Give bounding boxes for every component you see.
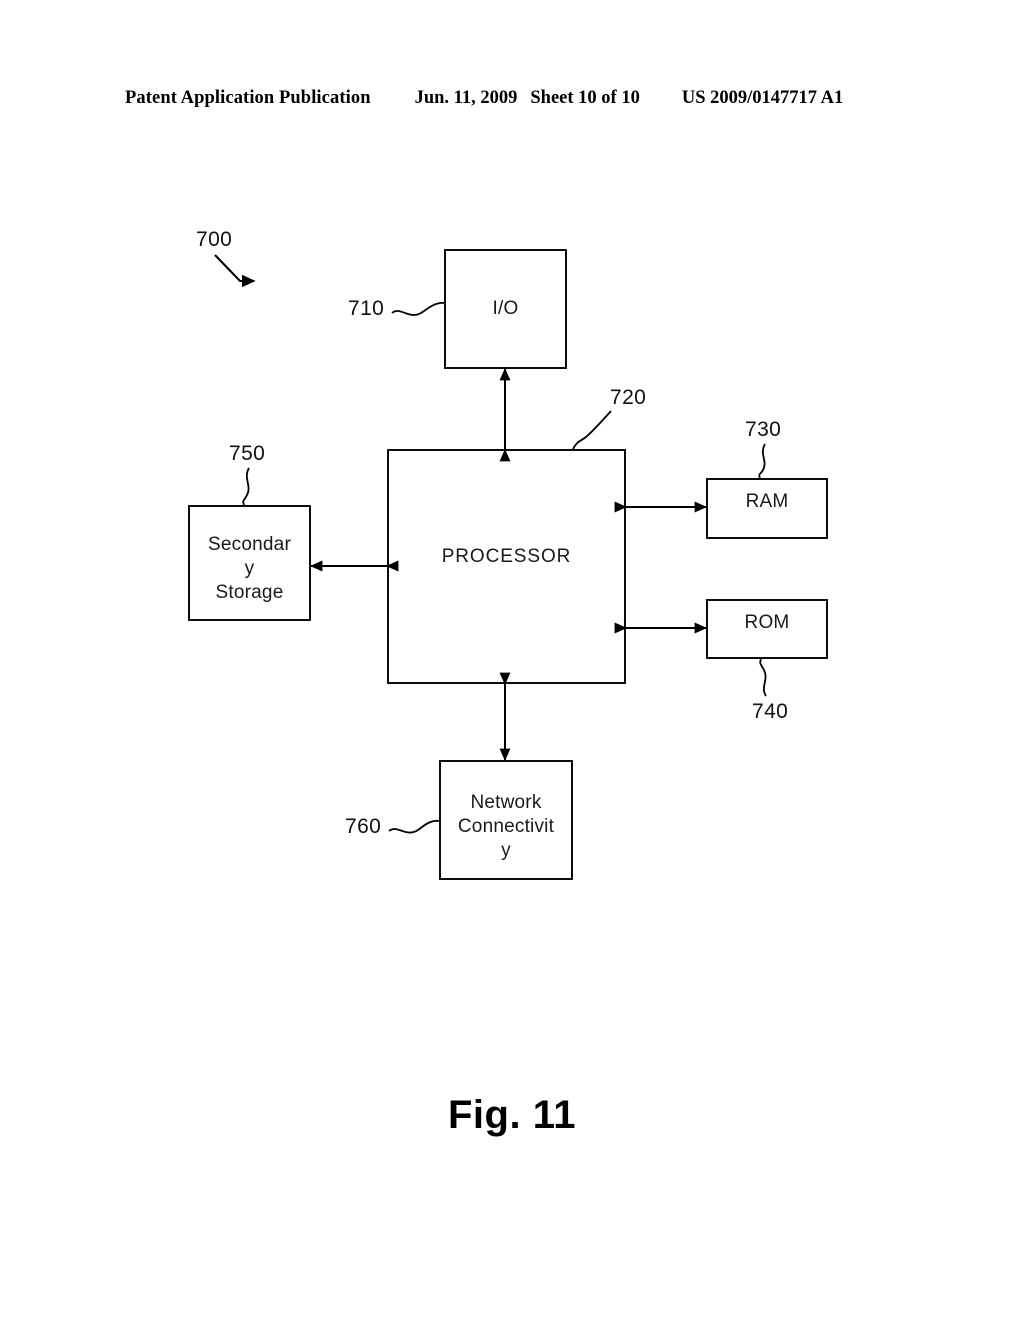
reference-numeral-720: 720 <box>610 386 647 409</box>
leader-720 <box>572 410 612 450</box>
reference-numeral-750: 750 <box>229 442 266 465</box>
leader-730 <box>758 443 766 479</box>
block-label-network-connectivity: Network Connectivit y <box>457 792 555 861</box>
leader-740 <box>759 658 767 697</box>
block-label-secondary-storage: Secondar y Storage <box>208 534 291 603</box>
leader-750 <box>242 467 250 506</box>
block-label-ram: RAM <box>745 491 789 512</box>
reference-numeral-730: 730 <box>745 418 782 441</box>
block-label-processor: PROCESSOR <box>441 546 572 567</box>
reference-numeral-760: 760 <box>345 815 382 838</box>
reference-numeral-710: 710 <box>348 297 385 320</box>
reference-numeral-740: 740 <box>752 700 789 723</box>
leader-700 <box>214 254 256 288</box>
reference-numeral-700: 700 <box>196 228 233 251</box>
figure-caption: Fig. 11 <box>448 1093 576 1137</box>
block-label-rom: ROM <box>744 612 790 633</box>
block-label-io: I/O <box>492 298 519 319</box>
leader-760 <box>388 819 440 834</box>
leader-710 <box>391 301 445 316</box>
